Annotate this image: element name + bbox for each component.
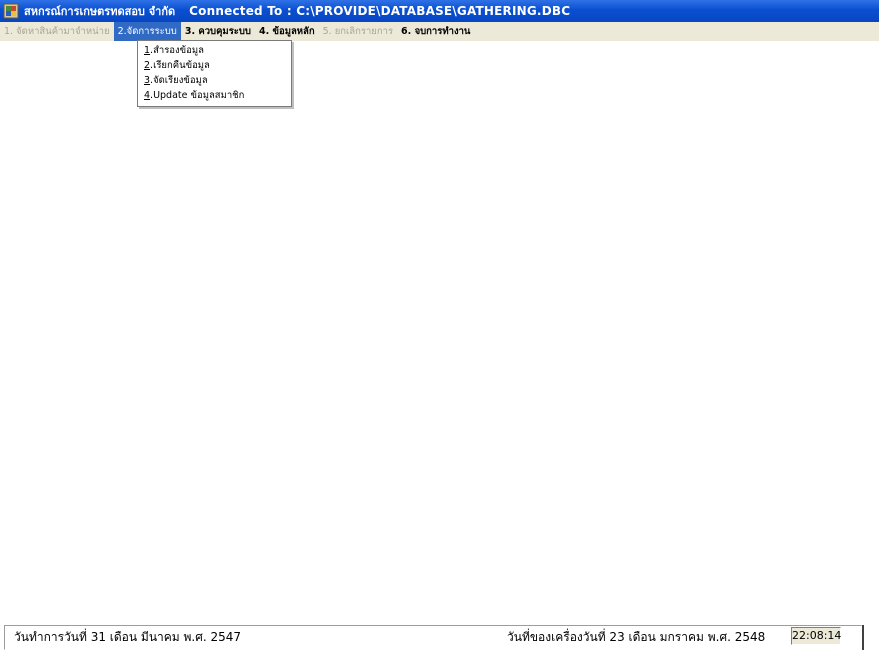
menu-item-restore-label: .เรียกคืนข้อมูล: [150, 60, 210, 71]
machine-date-text: วันที่ของเครื่องวันที่ 23 เดือน มกราคม พ…: [507, 630, 766, 644]
connection-info: Connected To : C:\PROVIDE\DATABASE\GATHE…: [189, 4, 571, 18]
menu-item-restore[interactable]: 2.เรียกคืนข้อมูล: [138, 58, 291, 73]
menu-item-reindex-label: .จัดเรียงข้อมูล: [150, 75, 208, 86]
app-icon[interactable]: [3, 3, 19, 19]
menu-system-management[interactable]: 2.จัดการระบบ: [113, 22, 181, 41]
menu-item-reindex[interactable]: 3.จัดเรียงข้อมูล: [138, 73, 291, 88]
work-date-text: วันทำการวันที่ 31 เดือน มีนาคม พ.ศ. 2547: [14, 630, 242, 644]
menu-item-update-members[interactable]: 4.Update ข้อมูลสมาชิก: [138, 88, 291, 103]
app-title: สหกรณ์การเกษตรทดสอบ จำกัด: [24, 5, 176, 18]
menu-bar: 1. จัดหาสินค้ามาจำหน่าย 2.จัดการระบบ 3. …: [0, 22, 879, 41]
status-bar-edge: [862, 625, 864, 650]
clock-display: 22:08:14: [791, 627, 841, 645]
menu-system-control[interactable]: 3. ควบคุมระบบ: [181, 22, 255, 41]
menu-item-backup-label: .สำรองข้อมูล: [150, 45, 204, 56]
menu-procurement[interactable]: 1. จัดหาสินค้ามาจำหน่าย: [0, 22, 114, 41]
menu-cancel-transaction[interactable]: 5. ยกเลิกรายการ: [319, 22, 397, 41]
menu-exit[interactable]: 6. จบการทำงาน: [397, 22, 474, 41]
menu-item-backup[interactable]: 1.สำรองข้อมูล: [138, 43, 291, 58]
status-bar: วันทำการวันที่ 31 เดือน มีนาคม พ.ศ. 2547…: [0, 622, 879, 653]
menu-master-data[interactable]: 4. ข้อมูลหลัก: [255, 22, 319, 41]
title-bar: สหกรณ์การเกษตรทดสอบ จำกัด Connected To :…: [0, 0, 879, 22]
menu-item-update-members-label: .Update ข้อมูลสมาชิก: [150, 90, 245, 101]
system-management-dropdown: 1.สำรองข้อมูล 2.เรียกคืนข้อมูล 3.จัดเรีย…: [137, 40, 292, 107]
